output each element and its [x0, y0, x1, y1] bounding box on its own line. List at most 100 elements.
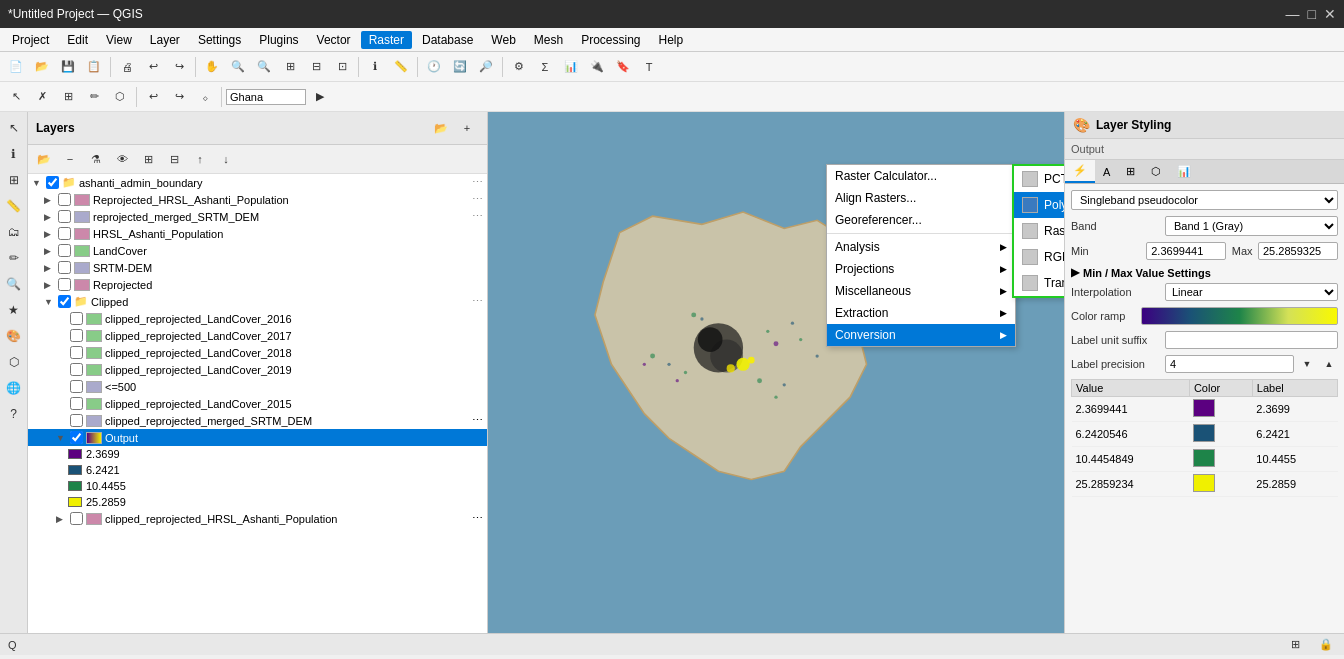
print-button[interactable]: 🖨	[115, 55, 139, 79]
zoom-extent-button[interactable]: ⊞	[278, 55, 302, 79]
sidebar-pan-icon[interactable]: ↖	[2, 116, 26, 140]
color-box-4[interactable]	[1193, 474, 1215, 492]
sidebar-bookmark-icon[interactable]: ★	[2, 298, 26, 322]
max-input[interactable]	[1258, 242, 1338, 260]
menu-analysis[interactable]: Analysis	[827, 236, 1015, 258]
menu-help[interactable]: Help	[651, 31, 692, 49]
conv-pct-rgb[interactable]: PCT to RGB...	[1014, 166, 1064, 192]
layer-hrsl-checkbox[interactable]	[58, 227, 71, 240]
zoom-layer-button[interactable]: ⊡	[330, 55, 354, 79]
menu-settings[interactable]: Settings	[190, 31, 249, 49]
close-button[interactable]: ✕	[1324, 6, 1336, 22]
tab-labels[interactable]: A	[1095, 160, 1118, 183]
layers-up-button[interactable]: ↑	[188, 147, 212, 171]
menu-plugins[interactable]: Plugins	[251, 31, 306, 49]
layer-landcover-checkbox[interactable]	[58, 244, 71, 257]
plugin-button[interactable]: 🔌	[585, 55, 609, 79]
min-input[interactable]	[1146, 242, 1226, 260]
edit-button[interactable]: ✏	[82, 85, 106, 109]
layer-srtm-dem[interactable]: ▶ reprojected_merged_SRTM_DEM ⋯	[28, 208, 487, 225]
layer-group-clipped-checkbox[interactable]	[58, 295, 71, 308]
refresh-button[interactable]: 🔄	[448, 55, 472, 79]
interpolation-select[interactable]: Linear Discrete Exact	[1165, 283, 1338, 301]
color-box-1[interactable]	[1193, 399, 1215, 417]
layer-lc2018[interactable]: clipped_reprojected_LandCover_2018	[28, 344, 487, 361]
menu-database[interactable]: Database	[414, 31, 481, 49]
open-project-button[interactable]: 📂	[30, 55, 54, 79]
layer-lc2017[interactable]: clipped_reprojected_LandCover_2017	[28, 327, 487, 344]
layer-srtm-merged[interactable]: clipped_reprojected_merged_SRTM_DEM ⋯	[28, 412, 487, 429]
menu-mesh[interactable]: Mesh	[526, 31, 571, 49]
layer-lc2015[interactable]: clipped_reprojected_LandCover_2015	[28, 395, 487, 412]
layer-lc2016-checkbox[interactable]	[70, 312, 83, 325]
zoom-out-button[interactable]: 🔍	[252, 55, 276, 79]
bookmark-button[interactable]: 🔖	[611, 55, 635, 79]
sigma-button[interactable]: Σ	[533, 55, 557, 79]
layers-remove-button[interactable]: −	[58, 147, 82, 171]
layer-lc2019[interactable]: clipped_reprojected_LandCover_2019	[28, 361, 487, 378]
settings-button[interactable]: ⚙	[507, 55, 531, 79]
location-go-button[interactable]: ▶	[308, 85, 332, 109]
layer-landcover[interactable]: ▶ LandCover	[28, 242, 487, 259]
sidebar-layer-icon[interactable]: 🗂	[2, 220, 26, 244]
redo-button[interactable]: ↪	[167, 55, 191, 79]
layers-collapse-button[interactable]: ⊟	[162, 147, 186, 171]
menu-miscellaneous[interactable]: Miscellaneous	[827, 280, 1015, 302]
menu-extraction[interactable]: Extraction	[827, 302, 1015, 324]
add-layer-button[interactable]: +	[455, 116, 479, 140]
tab-diagram[interactable]: 📊	[1169, 160, 1199, 183]
layer-srtm2-checkbox[interactable]	[58, 261, 71, 274]
search-button[interactable]: 🔎	[474, 55, 498, 79]
layer-reprojected[interactable]: ▶ Reprojected	[28, 276, 487, 293]
measure-button[interactable]: 📏	[389, 55, 413, 79]
color-cell-3[interactable]	[1189, 447, 1252, 472]
zoom-select-button[interactable]: ⊟	[304, 55, 328, 79]
layer-clip-hrsl-checkbox[interactable]	[70, 512, 83, 525]
layer-lc2019-checkbox[interactable]	[70, 363, 83, 376]
color-ramp-bar[interactable]	[1141, 307, 1338, 325]
deselect-button[interactable]: ✗	[30, 85, 54, 109]
sidebar-style-icon[interactable]: 🎨	[2, 324, 26, 348]
conv-rasterize[interactable]: Rasterize (Vector to Raster)...	[1014, 218, 1064, 244]
precision-down-button[interactable]: ▼	[1298, 355, 1316, 373]
sidebar-info-icon[interactable]: ℹ	[2, 142, 26, 166]
menu-layer[interactable]: Layer	[142, 31, 188, 49]
open-layer-button[interactable]: 📂	[429, 116, 453, 140]
sidebar-zoom-icon[interactable]: 🔍	[2, 272, 26, 296]
layer-output[interactable]: ▼ Output	[28, 429, 487, 446]
tab-3d[interactable]: ⬡	[1143, 160, 1169, 183]
location-input[interactable]	[226, 89, 306, 105]
redo2-button[interactable]: ↪	[167, 85, 191, 109]
layer-output-checkbox[interactable]	[70, 431, 83, 444]
undo2-button[interactable]: ↩	[141, 85, 165, 109]
text-button[interactable]: T	[637, 55, 661, 79]
status-lock-button[interactable]: 🔒	[1316, 636, 1336, 654]
collapse-minmax-icon[interactable]: ▶	[1071, 266, 1079, 279]
menu-web[interactable]: Web	[483, 31, 523, 49]
digitize-button[interactable]: ⬦	[193, 85, 217, 109]
label-precision-input[interactable]	[1165, 355, 1294, 373]
sidebar-3d-icon[interactable]: ⬡	[2, 350, 26, 374]
stats-button[interactable]: 📊	[559, 55, 583, 79]
layer-group-ashanti[interactable]: ▼ 📁 ashanti_admin_boundary ⋯	[28, 174, 487, 191]
menu-raster[interactable]: Raster	[361, 31, 412, 49]
layer-le500-checkbox[interactable]	[70, 380, 83, 393]
conv-polygonize[interactable]: Polygonize (Raster to Vector)... ↗	[1014, 192, 1064, 218]
menu-raster-calculator[interactable]: Raster Calculator...	[827, 165, 1015, 187]
layer-reprojected-hrsl[interactable]: ▶ Reprojected_HRSL_Ashanti_Population ⋯	[28, 191, 487, 208]
new-project-button[interactable]: 📄	[4, 55, 28, 79]
menu-align-rasters[interactable]: Align Rasters...	[827, 187, 1015, 209]
layer-reprojected-hrsl-checkbox[interactable]	[58, 193, 71, 206]
menu-vector[interactable]: Vector	[309, 31, 359, 49]
layer-le500[interactable]: <=500	[28, 378, 487, 395]
map-area[interactable]: Raster Calculator... Align Rasters... Ge…	[488, 112, 1064, 633]
maximize-button[interactable]: □	[1308, 6, 1316, 22]
menu-processing[interactable]: Processing	[573, 31, 648, 49]
tab-mask[interactable]: ⊞	[1118, 160, 1143, 183]
identify-button[interactable]: ℹ	[363, 55, 387, 79]
band-select[interactable]: Band 1 (Gray)	[1165, 216, 1338, 236]
menu-edit[interactable]: Edit	[59, 31, 96, 49]
precision-up-button[interactable]: ▲	[1320, 355, 1338, 373]
clock-button[interactable]: 🕐	[422, 55, 446, 79]
node-button[interactable]: ⬡	[108, 85, 132, 109]
